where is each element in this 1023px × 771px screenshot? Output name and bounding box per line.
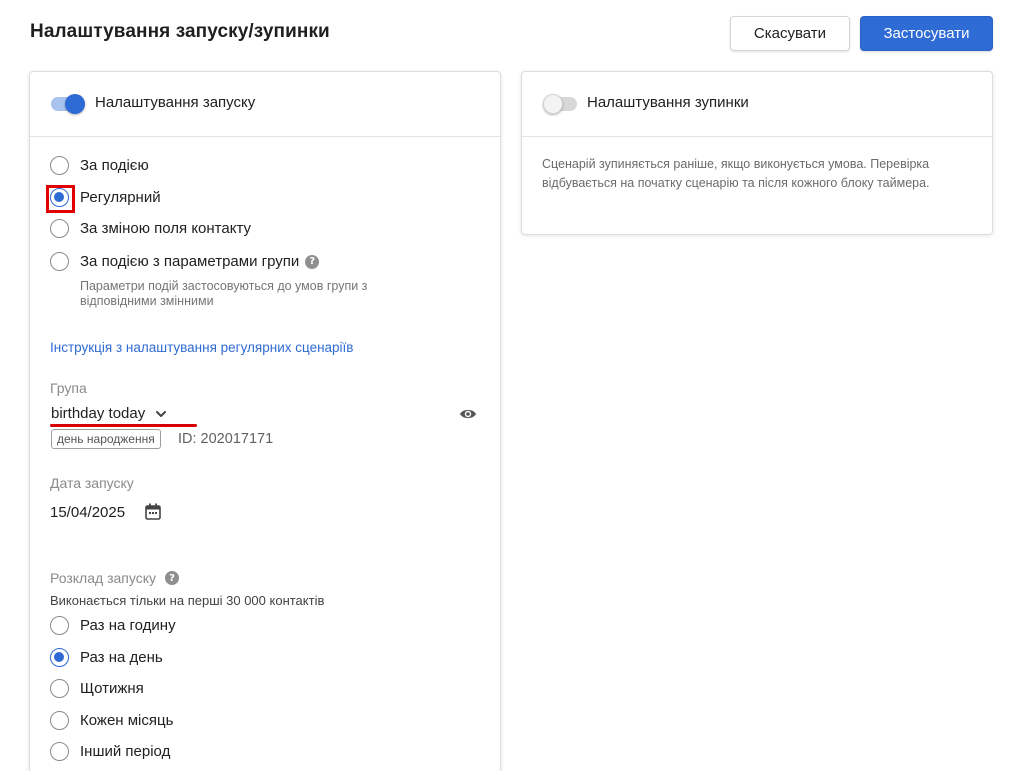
- stop-settings-description: Сценарій зупиняється раніше, якщо викону…: [542, 157, 930, 190]
- group-label: Група: [50, 380, 87, 396]
- trigger-option-by-event[interactable]: За подією: [50, 156, 149, 175]
- schedule-option-monthly[interactable]: Кожен місяць: [50, 711, 173, 730]
- radio-event-group-params[interactable]: [50, 252, 69, 271]
- group-select[interactable]: birthday today: [51, 405, 167, 422]
- radio-daily[interactable]: [50, 648, 69, 667]
- radio-by-event[interactable]: [50, 156, 69, 175]
- schedule-option-other[interactable]: Інший період: [50, 742, 170, 761]
- schedule-option-hourly[interactable]: Раз на годину: [50, 616, 176, 635]
- underline-annotation: [50, 424, 197, 427]
- start-date-value[interactable]: 15/04/2025: [50, 504, 125, 521]
- radio-hourly[interactable]: [50, 616, 69, 635]
- stop-settings-title: Налаштування зупинки: [587, 94, 749, 111]
- radio-label: Раз на годину: [80, 617, 176, 634]
- radio-weekly[interactable]: [50, 679, 69, 698]
- highlight-annotation: [46, 185, 75, 213]
- schedule-option-daily[interactable]: Раз на день: [50, 648, 163, 667]
- stop-settings-card: Налаштування зупинки Сценарій зупиняєтьс…: [521, 71, 993, 235]
- schedule-label: Розклад запуску ?: [50, 570, 179, 586]
- question-circle-icon[interactable]: ?: [305, 254, 320, 269]
- radio-label: Щотижня: [80, 680, 144, 697]
- calendar-icon[interactable]: [145, 503, 161, 520]
- stop-settings-toggle[interactable]: [543, 93, 577, 115]
- radio-label: За подією з параметрами групи: [80, 253, 300, 270]
- radio-other-period[interactable]: [50, 742, 69, 761]
- group-params-hint: Параметри подій застосовуються до умов г…: [80, 279, 368, 308]
- chevron-down-icon: [156, 410, 167, 417]
- cancel-button[interactable]: Скасувати: [730, 16, 850, 51]
- schedule-note: Виконається тільки на перші 30 000 конта…: [50, 593, 325, 608]
- trigger-option-event-group-params[interactable]: За подією з параметрами групи ?: [50, 252, 320, 271]
- schedule-option-weekly[interactable]: Щотижня: [50, 679, 144, 698]
- page-title: Налаштування запуску/зупинки: [30, 21, 330, 42]
- radio-label: Раз на день: [80, 649, 163, 666]
- radio-label: Регулярний: [80, 189, 161, 206]
- group-tag: день народження: [51, 429, 161, 449]
- start-settings-header: Налаштування запуску: [30, 72, 500, 137]
- toggle-knob: [65, 94, 85, 114]
- radio-contact-field-change[interactable]: [50, 219, 69, 238]
- start-settings-toggle[interactable]: [51, 93, 85, 115]
- start-settings-card: Налаштування запуску За подією Регулярни…: [29, 71, 501, 771]
- schedule-label-text: Розклад запуску: [50, 570, 156, 586]
- toggle-knob: [543, 94, 563, 114]
- radio-label: За подією: [80, 157, 149, 174]
- stop-settings-header: Налаштування зупинки: [522, 72, 992, 137]
- group-id: ID: 202017171: [178, 431, 274, 447]
- trigger-option-contact-field-change[interactable]: За зміною поля контакту: [50, 219, 251, 238]
- radio-label: Кожен місяць: [80, 712, 174, 729]
- group-select-value: birthday today: [51, 405, 146, 422]
- start-settings-title: Налаштування запуску: [95, 94, 256, 111]
- eye-icon[interactable]: [459, 407, 477, 421]
- radio-label: Інший період: [80, 743, 171, 760]
- start-date-label: Дата запуску: [50, 475, 134, 491]
- radio-label: За зміною поля контакту: [80, 220, 251, 237]
- instruction-link[interactable]: Інструкція з налаштування регулярних сце…: [50, 340, 353, 355]
- radio-monthly[interactable]: [50, 711, 69, 730]
- apply-button[interactable]: Застосувати: [860, 16, 993, 51]
- question-circle-icon[interactable]: ?: [164, 571, 179, 585]
